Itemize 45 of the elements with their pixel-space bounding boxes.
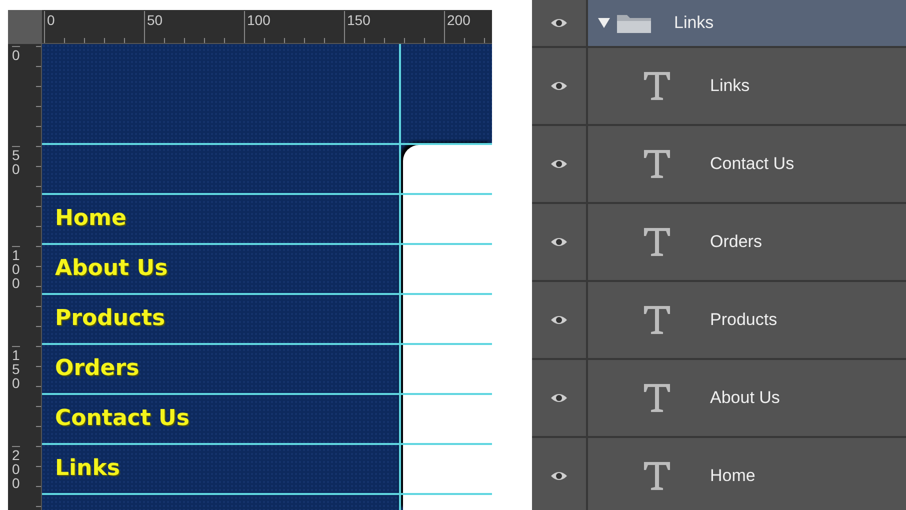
folder-icon (616, 12, 652, 34)
nav-link-text: Links (55, 456, 120, 480)
layer-row[interactable]: Products (532, 282, 906, 360)
type-layer-icon (643, 383, 671, 413)
layer-row[interactable]: About Us (532, 360, 906, 438)
nav-link-text: Products (55, 306, 166, 330)
eye-icon[interactable] (550, 17, 568, 29)
ruler-label: 200 (12, 446, 20, 490)
layer-row[interactable]: Contact Us (532, 126, 906, 204)
layer-row[interactable]: Links (532, 48, 906, 126)
layer-group-row[interactable]: Links (532, 0, 906, 48)
ruler-label: 150 (344, 11, 370, 41)
eye-icon[interactable] (550, 392, 568, 404)
layer-name: Links (710, 76, 750, 96)
eye-icon[interactable] (550, 470, 568, 482)
nav-link-text: About Us (55, 256, 168, 280)
eye-icon[interactable] (550, 158, 568, 170)
type-layer-icon (643, 71, 671, 101)
layer-name: Orders (710, 232, 762, 252)
ruler-label: 0 (12, 46, 20, 62)
layer-name: Home (710, 466, 756, 486)
nav-link-text: Contact Us (55, 406, 190, 430)
layer-name: Products (710, 310, 778, 330)
layer-row[interactable]: Home (532, 438, 906, 510)
type-layer-icon (643, 227, 671, 257)
layer-name: Contact Us (710, 154, 794, 174)
ruler-label: 100 (12, 246, 20, 290)
layer-row[interactable]: Orders (532, 204, 906, 282)
eye-icon[interactable] (550, 236, 568, 248)
type-layer-icon (643, 305, 671, 335)
ruler-label: 50 (144, 11, 163, 41)
ruler-label: 0 (44, 11, 55, 41)
type-layer-icon (643, 461, 671, 491)
eye-icon[interactable] (550, 314, 568, 326)
ruler-label: 100 (244, 11, 270, 41)
ruler-label: 200 (444, 11, 470, 41)
ruler-label: 50 (12, 146, 20, 176)
ruler-label: 150 (12, 346, 20, 390)
eye-icon[interactable] (550, 80, 568, 92)
type-layer-icon (643, 149, 671, 179)
nav-link-text: Orders (55, 356, 140, 380)
layer-name: Links (674, 13, 714, 33)
layer-name: About Us (710, 388, 780, 408)
expand-triangle-icon[interactable] (598, 18, 610, 28)
nav-link-text: Home (55, 206, 126, 230)
